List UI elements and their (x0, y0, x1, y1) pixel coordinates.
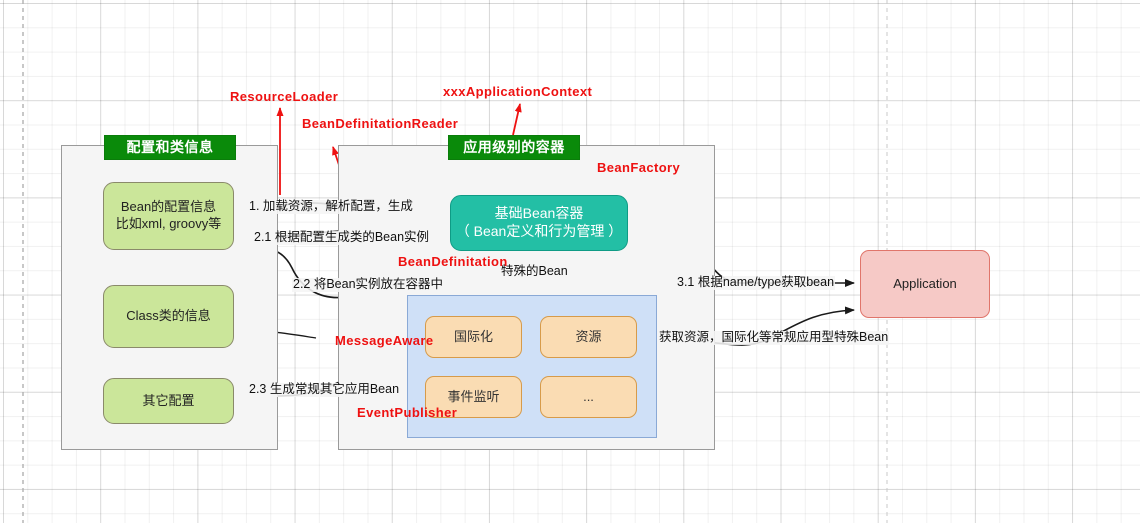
edge-label-step21: 2.1 根据配置生成类的Bean实例 (253, 230, 431, 245)
app-container-title: 应用级别的容器 (448, 135, 580, 160)
class-info-node[interactable]: Class类的信息 (103, 285, 234, 348)
annotation-event-publisher: EventPublisher (357, 405, 458, 420)
annotation-resource-loader: ResourceLoader (230, 89, 339, 104)
edge-label-step23: 2.3 生成常规其它应用Bean (248, 382, 401, 397)
annotation-message-aware: MessageAware (335, 333, 434, 348)
diagram-canvas: 配置和类信息 Bean的配置信息 比如xml, groovy等 Class类的信… (0, 0, 1140, 523)
config-container-title: 配置和类信息 (104, 135, 236, 160)
application-node[interactable]: Application (860, 250, 990, 318)
i18n-node[interactable]: 国际化 (425, 316, 522, 358)
edge-label-step31: 3.1 根据name/type获取bean (676, 275, 836, 290)
annotation-bean-definition-reader: BeanDefinitationReader (302, 116, 459, 131)
edge-label-step1: 1. 加载资源，解析配置，生成 (248, 199, 414, 214)
edge-label-step22: 2.2 将Bean实例放在容器中 (292, 277, 445, 292)
resource-node[interactable]: 资源 (540, 316, 637, 358)
annotation-xxx-application-context: xxxApplicationContext (443, 84, 593, 99)
bean-container-node[interactable]: 基础Bean容器 （ Bean定义和行为管理 ） (450, 195, 628, 251)
other-config-node[interactable]: 其它配置 (103, 378, 234, 424)
edge-label-get-resource: 获取资源，国际化等常规应用型特殊Bean (658, 330, 890, 345)
edge-label-special-bean: 特殊的Bean (500, 264, 569, 279)
bean-config-node[interactable]: Bean的配置信息 比如xml, groovy等 (103, 182, 234, 250)
ellipsis-node[interactable]: ... (540, 376, 637, 418)
annotation-bean-definition: BeanDefinitation (398, 254, 508, 269)
annotation-bean-factory: BeanFactory (597, 160, 681, 175)
